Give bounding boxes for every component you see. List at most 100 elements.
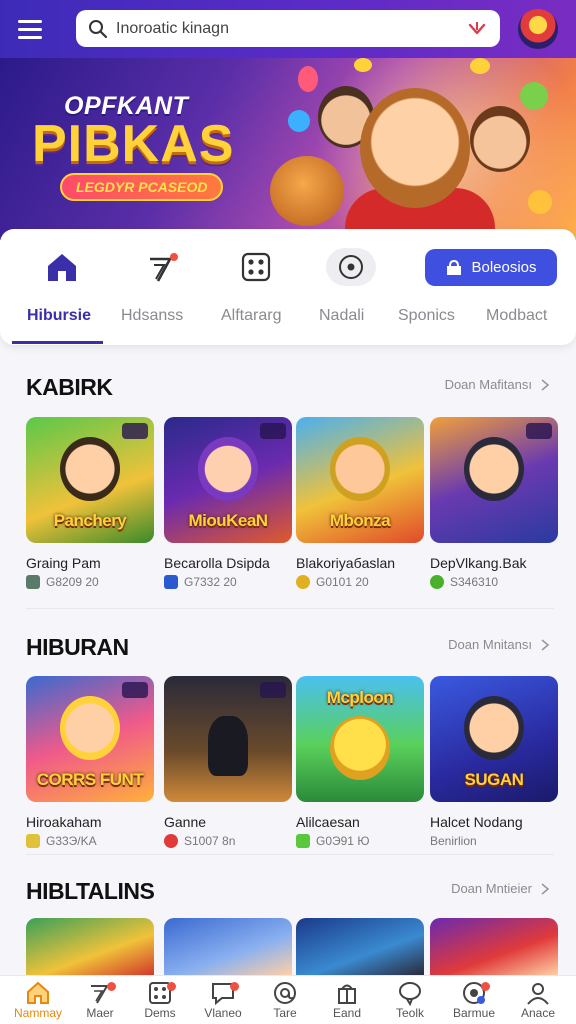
chevron-down-icon[interactable] xyxy=(466,18,488,40)
game-thumbnail[interactable] xyxy=(430,918,558,975)
nav-item-teolk[interactable]: Teolk xyxy=(379,980,441,1020)
see-more-link[interactable]: Doan Mntieier xyxy=(451,881,550,896)
see-more-label: Doan Mntieier xyxy=(451,881,532,896)
game-thumbnail: SUGAN xyxy=(430,676,558,802)
tab-hdsanss[interactable]: Hdsanss xyxy=(121,307,183,325)
nav-item-tare[interactable]: Tare xyxy=(254,980,316,1020)
game-thumbnail[interactable] xyxy=(26,918,154,975)
game-meta: G8209 20 xyxy=(46,575,99,589)
tab-hibursie[interactable]: Hibursie xyxy=(27,307,91,325)
game-card[interactable]: Mbonza Blakoriyaбaslan G0101 20 xyxy=(296,417,424,589)
chevron-right-icon xyxy=(541,638,550,651)
target-icon[interactable] xyxy=(326,248,376,286)
thumbnail-title: Mbonza xyxy=(329,511,391,530)
see-more-label: Doan Mafitansı xyxy=(444,377,532,392)
game-thumbnail xyxy=(164,676,292,802)
section-title: KABIRK xyxy=(26,374,113,400)
gift-icon xyxy=(338,984,356,1004)
game-card[interactable]: Panchery Graing Pam G8209 20 xyxy=(26,417,154,589)
nav-label: Vlaneo xyxy=(204,1006,242,1020)
see-more-link[interactable]: Doan Mnitansı xyxy=(448,637,550,652)
nav-label: Teolk xyxy=(395,1006,424,1020)
game-thumbnail[interactable] xyxy=(296,918,424,975)
nav-item-vlaneo[interactable]: Vlaneo xyxy=(192,980,254,1020)
search-bar[interactable]: Inoroatic kinagn xyxy=(76,10,500,47)
banner-logo-text: PIBKAS xyxy=(32,115,235,173)
tab-modbact[interactable]: Modbact xyxy=(486,307,547,325)
user-icon xyxy=(527,983,549,1005)
banner-badge: LEGDYR PCASEOD xyxy=(60,173,224,201)
user-avatar[interactable] xyxy=(518,9,558,49)
nav-item-maer[interactable]: Maer xyxy=(69,980,131,1020)
nav-label: Eand xyxy=(332,1006,362,1020)
game-icon xyxy=(164,834,178,848)
tab-nadali[interactable]: Nadali xyxy=(319,307,364,325)
nav-label: Barmue xyxy=(452,1006,496,1020)
search-input[interactable]: Inoroatic kinagn xyxy=(116,20,466,38)
promo-banner[interactable]: OPFKANT PIBKAS LEGDYR PCASEOD xyxy=(0,58,576,240)
game-name: DepVlkang.Bak xyxy=(430,555,527,571)
game-name: Blakoriyaбaslan xyxy=(296,555,396,571)
cta-button[interactable]: Boleosios xyxy=(425,249,557,286)
game-thumbnail: Mbonza xyxy=(296,417,424,543)
cta-label: Boleosios xyxy=(471,259,537,276)
speech-bubble-icon xyxy=(399,982,421,1006)
home-icon[interactable] xyxy=(40,249,84,285)
game-card[interactable]: MiouKeaN Becarolla Dsipda G7332 20 xyxy=(164,417,292,589)
game-meta: G7332 20 xyxy=(184,575,237,589)
game-card[interactable]: Mcploon Alilcaesan G0Э91 Ю xyxy=(296,676,424,848)
game-name: Hiroakaham xyxy=(26,814,102,830)
category-tab-card: Boleosios Hibursie Hdsanss Alftararg Nad… xyxy=(0,229,576,345)
hamburger-menu-icon[interactable] xyxy=(0,0,60,58)
tab-sponics[interactable]: Sponics xyxy=(398,307,455,325)
search-icon xyxy=(89,19,108,38)
see-more-label: Doan Mnitansı xyxy=(448,637,532,652)
game-icon xyxy=(296,575,310,589)
game-thumbnail: Panchery xyxy=(26,417,154,543)
slash-seven-icon[interactable] xyxy=(140,249,184,285)
tab-alftararg[interactable]: Alftararg xyxy=(221,307,281,325)
game-name: Halcet Nodang xyxy=(430,814,523,830)
nav-item-anace[interactable]: Anace xyxy=(507,980,569,1020)
active-tab-indicator xyxy=(12,341,103,344)
game-thumbnail[interactable] xyxy=(164,918,292,975)
game-meta: S346310 xyxy=(450,575,499,589)
section-title: HIBURAN xyxy=(26,634,129,660)
game-meta: G0101 20 xyxy=(316,575,369,589)
see-more-link[interactable]: Doan Mafitansı xyxy=(445,377,550,392)
game-meta: G33Э/KA xyxy=(46,834,97,848)
chevron-right-icon xyxy=(541,378,550,391)
nav-item-dems[interactable]: Dems xyxy=(129,980,191,1020)
game-icon xyxy=(296,834,310,848)
game-icon xyxy=(26,834,40,848)
game-name: Becarolla Dsipda xyxy=(164,555,270,571)
game-card[interactable]: CORRS FUNT Hiroakaham G33Э/KA xyxy=(26,676,154,848)
nav-label: Tare xyxy=(273,1006,297,1020)
section-divider xyxy=(26,608,554,609)
nav-label: Nammay xyxy=(13,1006,62,1020)
game-meta: Benirlion xyxy=(430,834,477,848)
game-card[interactable]: DepVlkang.Bak S346310 xyxy=(430,417,558,589)
bag-icon xyxy=(447,259,462,275)
game-name: Graing Pam xyxy=(26,555,101,571)
game-thumbnail: Mcploon xyxy=(296,676,424,802)
dice-icon[interactable] xyxy=(234,249,278,285)
game-name: Ganne xyxy=(164,814,207,830)
nav-item-eand[interactable]: Eand xyxy=(316,980,378,1020)
thumbnail-title: MiouKeaN xyxy=(188,511,268,530)
nav-label: Anace xyxy=(520,1006,556,1020)
game-meta: S1007 8n xyxy=(184,834,236,848)
bottom-navigation: Nammay Maer Dems Vlaneo Tare Eand Teolk … xyxy=(0,975,576,1024)
thumbnail-title: CORRS FUNT xyxy=(36,770,144,789)
game-card[interactable]: Ganne S1007 8n xyxy=(164,676,292,848)
nav-label: Dems xyxy=(144,1006,176,1020)
nav-label: Maer xyxy=(86,1006,114,1020)
game-icon xyxy=(430,575,444,589)
game-card[interactable]: SUGAN Halcet Nodang Benirlion xyxy=(430,676,558,848)
top-bar: Inoroatic kinagn xyxy=(0,0,576,58)
nav-item-barmue[interactable]: Barmue xyxy=(443,980,505,1020)
game-meta: G0Э91 Ю xyxy=(316,834,370,848)
game-icon xyxy=(164,575,178,589)
game-thumbnail xyxy=(430,417,558,543)
nav-item-home[interactable]: Nammay xyxy=(7,980,69,1020)
